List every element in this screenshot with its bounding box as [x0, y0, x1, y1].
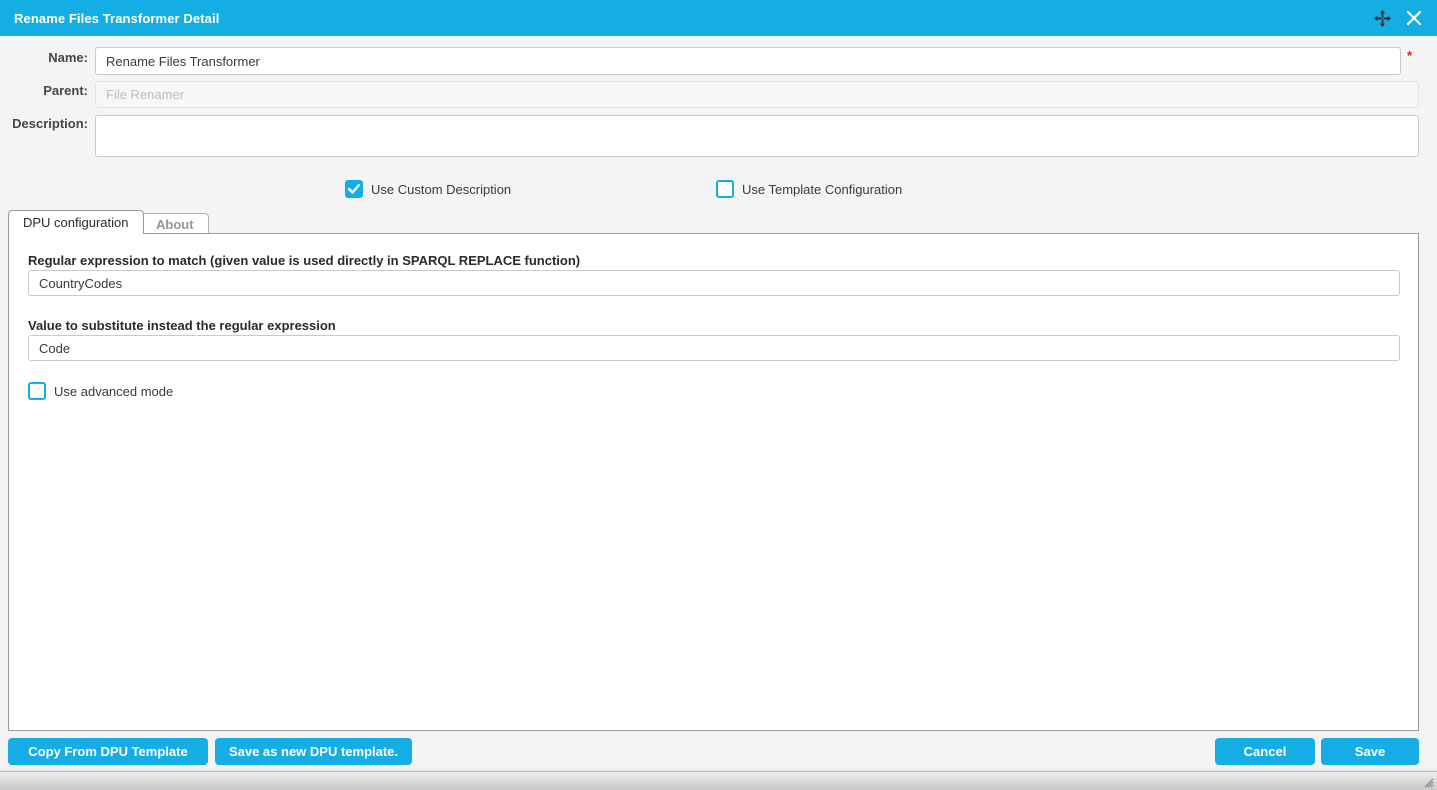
name-label: Name:: [0, 50, 88, 65]
tab-about-label: About: [156, 217, 194, 232]
required-marker: *: [1407, 48, 1412, 63]
regex-input[interactable]: [28, 270, 1400, 296]
titlebar-actions: [1373, 9, 1423, 27]
dialog-titlebar[interactable]: Rename Files Transformer Detail: [0, 0, 1437, 36]
name-input[interactable]: [95, 47, 1401, 75]
use-custom-description-checkbox[interactable]: Use Custom Description: [345, 180, 511, 198]
use-template-configuration-checkbox[interactable]: Use Template Configuration: [716, 180, 902, 198]
save-button[interactable]: Save: [1321, 738, 1419, 765]
copy-from-dpu-template-button[interactable]: Copy From DPU Template: [8, 738, 208, 765]
description-label: Description:: [0, 116, 88, 131]
use-advanced-mode-checkbox[interactable]: Use advanced mode: [28, 382, 173, 400]
substitute-input[interactable]: [28, 335, 1400, 361]
tab-dpu-configuration[interactable]: DPU configuration: [8, 210, 144, 234]
status-bar: [0, 771, 1437, 790]
dpu-configuration-panel: Regular expression to match (given value…: [8, 233, 1419, 731]
checkbox-row: Use Custom Description Use Template Conf…: [0, 180, 1437, 200]
use-advanced-mode-label: Use advanced mode: [54, 384, 173, 399]
save-as-new-dpu-template-button[interactable]: Save as new DPU template.: [215, 738, 412, 765]
substitute-label: Value to substitute instead the regular …: [28, 318, 336, 333]
use-template-configuration-label: Use Template Configuration: [742, 182, 902, 197]
dialog-title: Rename Files Transformer Detail: [14, 11, 219, 26]
parent-label: Parent:: [0, 83, 88, 98]
parent-input: [95, 81, 1419, 108]
close-icon[interactable]: [1405, 9, 1423, 27]
checkbox-unchecked-icon: [28, 382, 46, 400]
checkbox-unchecked-icon: [716, 180, 734, 198]
use-custom-description-label: Use Custom Description: [371, 182, 511, 197]
resize-grip-icon[interactable]: [1420, 774, 1434, 788]
tab-dpu-configuration-label: DPU configuration: [23, 215, 129, 230]
move-icon[interactable]: [1373, 9, 1391, 27]
checkbox-checked-icon: [345, 180, 363, 198]
regex-label: Regular expression to match (given value…: [28, 253, 580, 268]
dpu-detail-dialog: Rename Files Transformer Detail: [0, 0, 1437, 790]
cancel-button[interactable]: Cancel: [1215, 738, 1315, 765]
tab-about[interactable]: About: [141, 213, 209, 234]
description-textarea[interactable]: [95, 115, 1419, 157]
